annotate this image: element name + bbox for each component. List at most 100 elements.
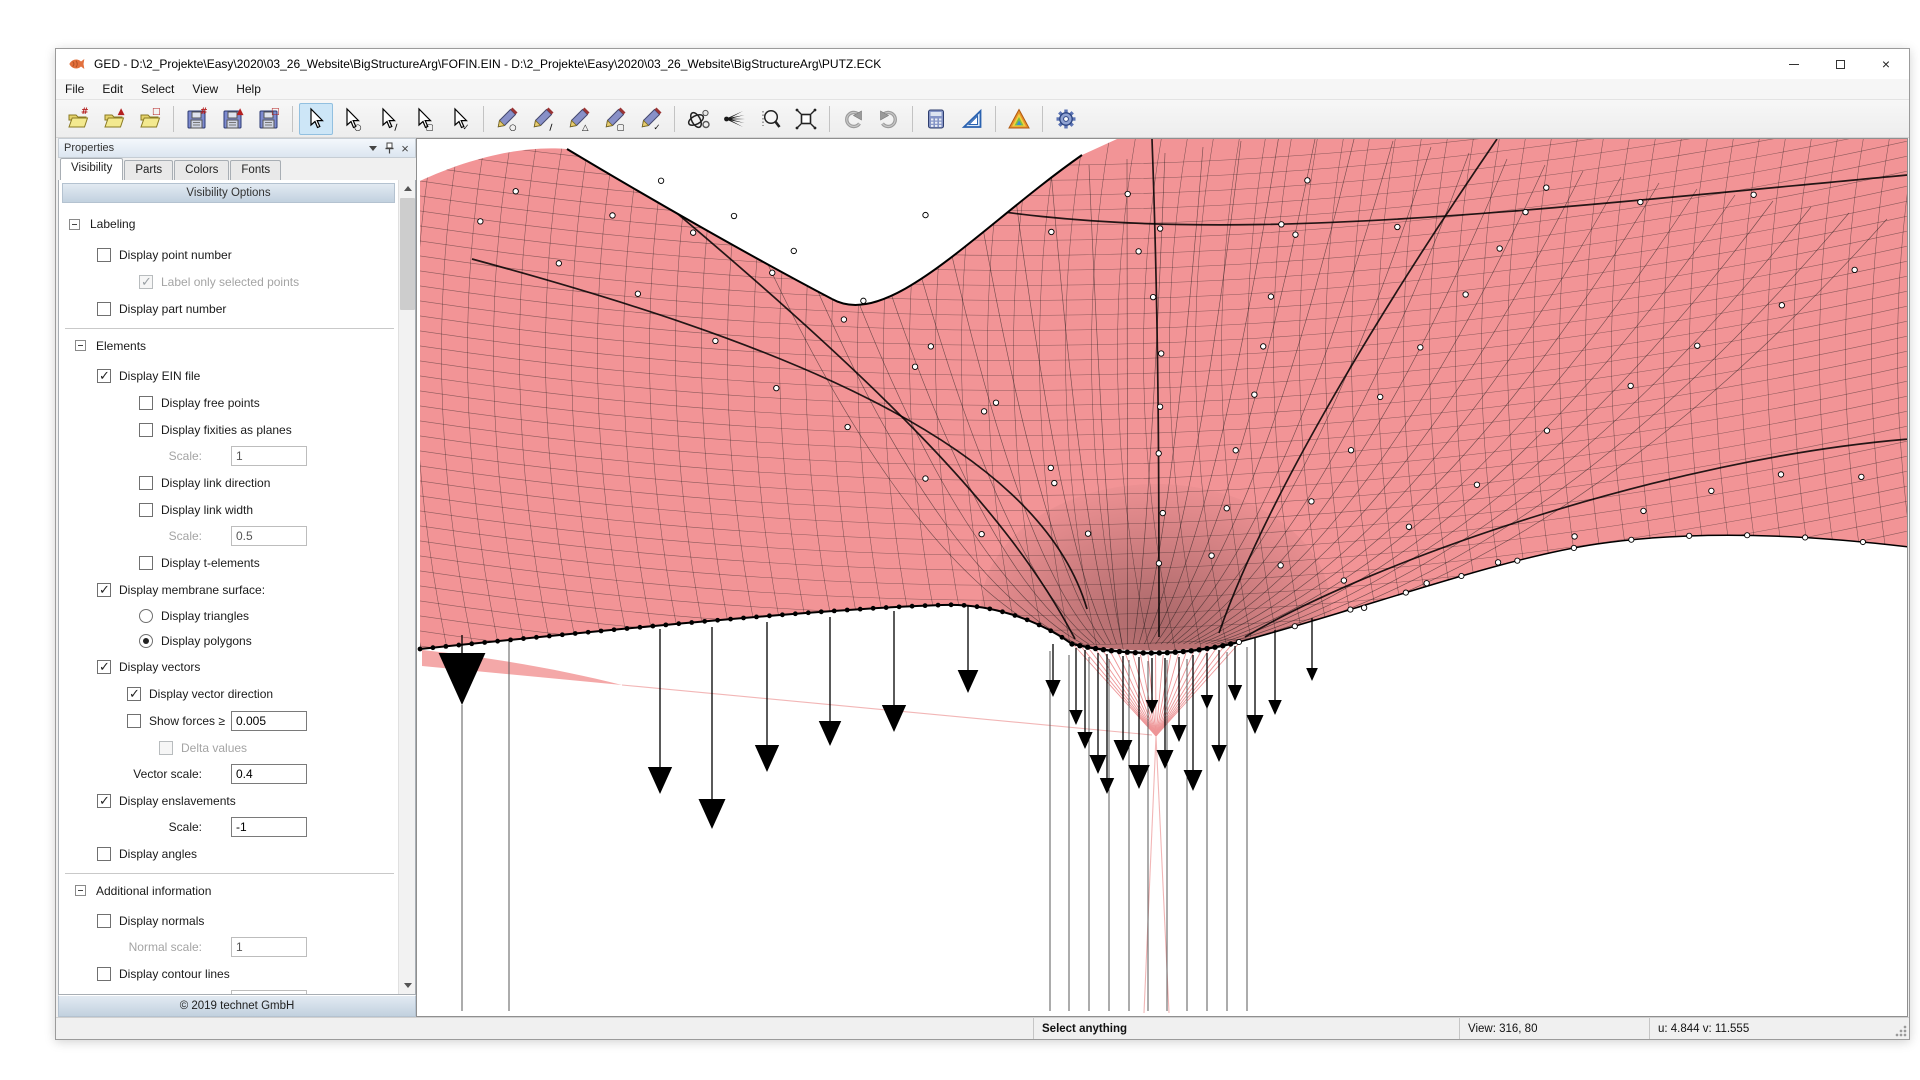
checkbox-delta-values[interactable] bbox=[159, 741, 173, 755]
input-distance[interactable] bbox=[231, 990, 307, 994]
maximize-button[interactable] bbox=[1817, 49, 1863, 79]
tab-parts[interactable]: Parts bbox=[124, 160, 173, 180]
toolbar-open-file-hash[interactable]: # bbox=[61, 103, 95, 135]
checkbox-display-enslavements[interactable] bbox=[97, 794, 111, 808]
toolbar-select-links-tool[interactable]: ∕ bbox=[371, 103, 405, 135]
toolbar-settings-button[interactable] bbox=[1049, 103, 1083, 135]
pencil-icon: △ bbox=[567, 107, 591, 131]
panel-pin-icon[interactable] bbox=[381, 140, 397, 156]
checkbox-display-point-number[interactable] bbox=[97, 248, 111, 262]
collapse-box-icon[interactable] bbox=[75, 885, 86, 896]
tab-visibility[interactable]: Visibility bbox=[60, 158, 123, 180]
checkbox-display-part-number[interactable] bbox=[97, 302, 111, 316]
toolbar-open-file-triangle[interactable]: ▲ bbox=[97, 103, 131, 135]
checkbox-display-normals[interactable] bbox=[97, 914, 111, 928]
panel-menu-arrow-icon[interactable] bbox=[365, 140, 381, 156]
checkbox-display-contour-lines[interactable] bbox=[97, 967, 111, 981]
row-display-angles: Display angles bbox=[59, 840, 398, 867]
panel-close-icon[interactable]: × bbox=[397, 140, 413, 156]
checkbox-display-vectors[interactable] bbox=[97, 660, 111, 674]
svg-text:✓: ✓ bbox=[653, 123, 660, 131]
row-display-triangles: Display triangles bbox=[59, 603, 398, 628]
checkbox-display-link-width[interactable] bbox=[139, 503, 153, 517]
label-display-contour-lines: Display contour lines bbox=[119, 967, 230, 981]
tab-colors[interactable]: Colors bbox=[174, 160, 229, 180]
input-normal-scale[interactable] bbox=[231, 937, 307, 957]
magnifier-icon bbox=[758, 107, 782, 131]
menu-file[interactable]: File bbox=[56, 79, 93, 100]
checkbox-show-forces[interactable] bbox=[127, 714, 141, 728]
panel-tabs: VisibilityPartsColorsFonts bbox=[58, 158, 416, 180]
toolbar-zoom-tool[interactable] bbox=[753, 103, 787, 135]
checkbox-label-only-selected-points[interactable] bbox=[139, 275, 153, 289]
toolbar-separator bbox=[173, 106, 174, 132]
collapse-box-icon[interactable] bbox=[69, 219, 80, 230]
input-scale[interactable] bbox=[231, 817, 307, 837]
radio-display-triangles[interactable] bbox=[139, 609, 153, 623]
toolbar-orbit-tool[interactable] bbox=[681, 103, 715, 135]
floppy-icon: # bbox=[185, 107, 209, 131]
svg-text:○: ○ bbox=[354, 123, 361, 131]
toolbar-edit-triangles-tool[interactable]: △ bbox=[562, 103, 596, 135]
toolbar-select-all-tool[interactable]: ✓ bbox=[443, 103, 477, 135]
toolbar-edit-region-tool[interactable]: ▢ bbox=[598, 103, 632, 135]
toolbar-save-file-square[interactable]: □ bbox=[252, 103, 286, 135]
toolbar-mesh-quality-button[interactable] bbox=[1002, 103, 1036, 135]
toolbar-save-file-hash[interactable]: # bbox=[180, 103, 214, 135]
checkbox-display-ein-file[interactable] bbox=[97, 369, 111, 383]
toolbar-undo-button[interactable] bbox=[836, 103, 870, 135]
toolbar-edit-links-tool[interactable]: ∕ bbox=[526, 103, 560, 135]
toolbar-calculator-button[interactable] bbox=[919, 103, 953, 135]
collapse-box-icon[interactable] bbox=[75, 340, 86, 351]
scrollbar-thumb[interactable] bbox=[400, 198, 415, 310]
label-display-polygons: Display polygons bbox=[161, 634, 252, 648]
menu-select[interactable]: Select bbox=[132, 79, 183, 100]
toolbar-open-file-square[interactable]: □ bbox=[133, 103, 167, 135]
toolbar-edit-apply-tool[interactable]: ✓ bbox=[634, 103, 668, 135]
label-vector-scale: Vector scale: bbox=[133, 767, 202, 781]
close-button[interactable]: × bbox=[1863, 49, 1909, 79]
toolbar-redraw-burst-tool[interactable] bbox=[717, 103, 751, 135]
checkbox-display-link-direction[interactable] bbox=[139, 476, 153, 490]
input-vector-scale[interactable] bbox=[231, 764, 307, 784]
group-label: Elements bbox=[96, 339, 146, 353]
viewport-3d[interactable] bbox=[416, 138, 1908, 1017]
svg-text:▲: ▲ bbox=[118, 107, 125, 117]
checkbox-display-angles[interactable] bbox=[97, 847, 111, 861]
resize-grip[interactable] bbox=[1894, 1024, 1908, 1038]
folder-icon: □ bbox=[138, 107, 162, 131]
checkbox-display-membrane-surface[interactable] bbox=[97, 583, 111, 597]
toolbar-redo-button[interactable] bbox=[872, 103, 906, 135]
radio-display-polygons[interactable] bbox=[139, 634, 153, 648]
row-distance: Distance: bbox=[59, 987, 398, 994]
scroll-up-button[interactable] bbox=[399, 180, 416, 197]
label-display-triangles: Display triangles bbox=[161, 609, 249, 623]
panel-scrollbar[interactable] bbox=[398, 180, 415, 994]
minimize-button[interactable] bbox=[1771, 49, 1817, 79]
toolbar-select-tool[interactable] bbox=[299, 103, 333, 135]
menu-help[interactable]: Help bbox=[227, 79, 270, 100]
input-scale[interactable] bbox=[231, 526, 307, 546]
scroll-down-button[interactable] bbox=[399, 977, 416, 994]
checkbox-display-free-points[interactable] bbox=[139, 396, 153, 410]
checkbox-display-vector-direction[interactable] bbox=[127, 687, 141, 701]
cursor-icon: ○ bbox=[340, 107, 364, 131]
menu-edit[interactable]: Edit bbox=[93, 79, 132, 100]
menu-view[interactable]: View bbox=[183, 79, 227, 100]
toolbar-zoom-extents-tool[interactable] bbox=[789, 103, 823, 135]
window-title: GED - D:\2_Projekte\Easy\2020\03_26_Webs… bbox=[94, 57, 881, 71]
label-scale: Scale: bbox=[169, 449, 202, 463]
input-show-forces[interactable] bbox=[231, 711, 307, 731]
visibility-options-header: Visibility Options bbox=[62, 183, 395, 203]
checkbox-display-fixities-as-planes[interactable] bbox=[139, 423, 153, 437]
toolbar-edit-points-tool[interactable]: ○ bbox=[490, 103, 524, 135]
input-scale[interactable] bbox=[231, 446, 307, 466]
pencil-icon: ∕ bbox=[531, 107, 555, 131]
checkbox-display-t-elements[interactable] bbox=[139, 556, 153, 570]
toolbar-select-region-tool[interactable]: ▢ bbox=[407, 103, 441, 135]
toolbar-measure-button[interactable] bbox=[955, 103, 989, 135]
svg-text:□: □ bbox=[152, 107, 161, 117]
tab-fonts[interactable]: Fonts bbox=[230, 160, 281, 180]
toolbar-save-file-triangle[interactable]: ▲ bbox=[216, 103, 250, 135]
toolbar-select-points-tool[interactable]: ○ bbox=[335, 103, 369, 135]
